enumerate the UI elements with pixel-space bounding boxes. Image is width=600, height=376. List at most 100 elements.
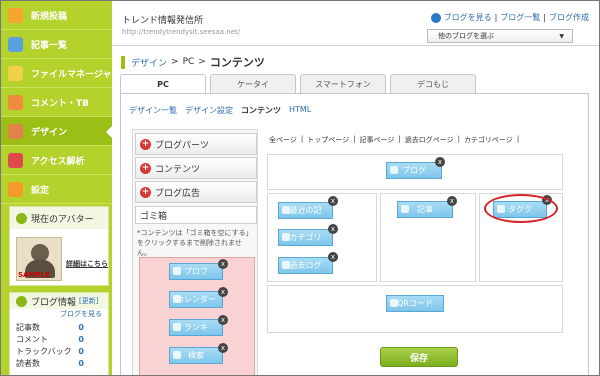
stat-value: 0 (78, 322, 84, 332)
widget-label: 検索 (188, 351, 204, 360)
contents-button[interactable]: + コンテンツ (135, 157, 257, 179)
widget-label: プロフ (184, 267, 208, 276)
blog-view-icon (430, 12, 441, 23)
app-window: 新規投稿記事一覧ファイルマネージャ コメント・TB デザインアクセス解析 設定 現在の… (0, 0, 600, 376)
chevron-down-icon: ▼ (559, 33, 564, 40)
close-icon[interactable]: x (447, 196, 457, 206)
site-url: http://trendytrendysit.seesaa.net/ (122, 28, 241, 36)
tab-pc[interactable]: PC (120, 74, 206, 94)
header: トレンド情報発信所 http://trendytrendysit.seesaa.… (112, 1, 599, 46)
other-blog-select[interactable]: 他のブログを選ぶ ▼ (427, 29, 573, 43)
blog-ads-button[interactable]: + ブログ広告 (135, 181, 257, 203)
trash-title: ゴミ箱 (135, 206, 257, 224)
avatar-detail-link[interactable]: 詳細はこちら (66, 259, 108, 269)
trash-widget-search[interactable]: 検索 (169, 347, 223, 364)
contents-label: コンテンツ (155, 164, 201, 175)
breadcrumb-design[interactable]: デザイン (131, 56, 167, 69)
sidebar-item-bar-chart[interactable]: アクセス解析 (1, 146, 112, 175)
trash-zone[interactable]: プロフ x カレンダー x ランキ x 検索 x (139, 257, 255, 375)
close-icon[interactable]: x (218, 259, 228, 269)
stat-value: 0 (78, 334, 84, 344)
tab-mobile[interactable]: ケータイ (210, 74, 296, 93)
subnav-design-list[interactable]: デザイン一覧 (129, 105, 177, 116)
widget-articles[interactable]: 記事 (397, 201, 453, 218)
widget-category[interactable]: カテゴリ (278, 229, 333, 246)
close-icon[interactable]: x (328, 224, 338, 234)
sidebar-item-clipboard[interactable]: ファイルマネージャ (1, 59, 112, 88)
close-icon[interactable]: x (435, 157, 445, 167)
pencil-icon (8, 7, 23, 23)
document-icon (8, 36, 23, 52)
tab-decomoji[interactable]: デコもじ (390, 74, 476, 93)
widget-archive[interactable]: 過去ログ (278, 257, 333, 274)
plus-icon: + (140, 186, 151, 198)
bar-chart-icon (8, 152, 23, 168)
sidebar-item-document[interactable]: 記事一覧 (1, 30, 112, 59)
blog-stats: 記事数 0 コメント 0 トラックバック 0 読者数 0 (10, 321, 108, 369)
link-blog-list[interactable]: ブログ一覧 (500, 12, 540, 23)
sidebar-item-label: ファイルマネージャ (31, 69, 112, 80)
breadcrumb-bar (121, 55, 125, 69)
blog-ads-label: ブログ広告 (155, 188, 201, 199)
widget-label: 最近の記 (289, 206, 322, 215)
subnav-design-settings[interactable]: デザイン設定 (185, 105, 233, 116)
sidebar: 新規投稿記事一覧ファイルマネージャ コメント・TB デザインアクセス解析 設定 現在の… (1, 1, 112, 375)
sidebar-item-speech-bubble[interactable]: コメント・TB (1, 88, 112, 117)
sidebar-item-label: デザイン (31, 127, 68, 138)
sidebar-item-palette[interactable]: デザイン (1, 117, 112, 146)
avatar: SAMPLE (16, 237, 62, 281)
widget-label: 過去ログ (289, 261, 322, 270)
sidebar-nav: 新規投稿記事一覧ファイルマネージャ コメント・TB デザインアクセス解析 設定 (1, 1, 112, 204)
device-tabs: PC ケータイ スマートフォン デコもじ (120, 74, 480, 94)
avatar-panel: 現在のアバター SAMPLE 詳細はこちら (9, 206, 109, 286)
stat-row: コメント 0 (10, 333, 108, 345)
close-icon[interactable]: x (218, 343, 228, 353)
close-icon[interactable]: x (218, 315, 228, 325)
page-link-article[interactable]: 記事ページ (359, 135, 394, 145)
stat-value: 0 (78, 346, 84, 356)
link-create-blog[interactable]: ブログ作成 (549, 12, 589, 23)
sidebar-item-label: コメント・TB (31, 98, 89, 109)
blog-info-view-link[interactable]: ブログを見る (10, 309, 108, 321)
page-link-category[interactable]: カテゴリページ (464, 135, 513, 145)
stat-value: 0 (78, 358, 84, 368)
page-link-top[interactable]: トップページ (307, 135, 349, 145)
trash-widget-calendar[interactable]: カレンダー (169, 291, 223, 308)
trash-widget-profile[interactable]: プロフ (169, 263, 223, 280)
blog-info-update-link[interactable]: [更新] (79, 296, 98, 306)
widget-recent-posts[interactable]: 最近の記 (278, 202, 333, 219)
page-link-archive[interactable]: 過去ログページ (405, 135, 454, 145)
site-name: トレンド情報発信所 (122, 16, 204, 26)
stat-row: 読者数 0 (10, 357, 108, 369)
subnav-contents: コンテンツ (241, 106, 281, 115)
trash-widget-ranking[interactable]: ランキ (169, 319, 223, 336)
save-button[interactable]: 保存 (380, 347, 458, 367)
widget-qrcode[interactable]: QRコード (386, 295, 444, 312)
page-link-all[interactable]: 全ページ (269, 135, 297, 145)
link-view-blog[interactable]: ブログを見る (444, 12, 492, 23)
close-icon[interactable]: x (328, 196, 338, 206)
plus-icon: + (140, 138, 151, 150)
sidebar-item-label: 記事一覧 (31, 40, 68, 51)
widget-label: QRコード (397, 299, 433, 308)
sidebar-item-label: 新規投稿 (31, 11, 68, 22)
stat-row: 記事数 0 (10, 321, 108, 333)
close-icon[interactable]: x (328, 252, 338, 262)
avatar-panel-title: 現在のアバター (31, 214, 94, 225)
top-links: ブログを見る | ブログ一覧 | ブログ作成 (430, 12, 589, 23)
sidebar-item-gear[interactable]: 設定 (1, 175, 112, 204)
subnav-html[interactable]: HTML (289, 105, 311, 116)
sidebar-item-pencil[interactable]: 新規投稿 (1, 1, 112, 30)
gear-icon (8, 181, 23, 197)
parts-panel: + ブログパーツ + コンテンツ + ブログ広告 ゴミ箱 *コンテンツは「ゴミ箱を空に… (132, 129, 258, 375)
palette-icon (8, 123, 23, 139)
stat-label: 記事数 (16, 322, 40, 332)
breadcrumb-pc[interactable]: PC (183, 57, 195, 67)
tab-smartphone[interactable]: スマートフォン (300, 74, 386, 93)
close-icon[interactable]: x (218, 287, 228, 297)
stat-label: 読者数 (16, 358, 40, 368)
stat-row: トラックバック 0 (10, 345, 108, 357)
widget-blog[interactable]: ブログ (386, 162, 442, 179)
blog-info-header: ブログ情報 [更新] (10, 293, 108, 309)
blog-parts-button[interactable]: + ブログパーツ (135, 133, 257, 155)
